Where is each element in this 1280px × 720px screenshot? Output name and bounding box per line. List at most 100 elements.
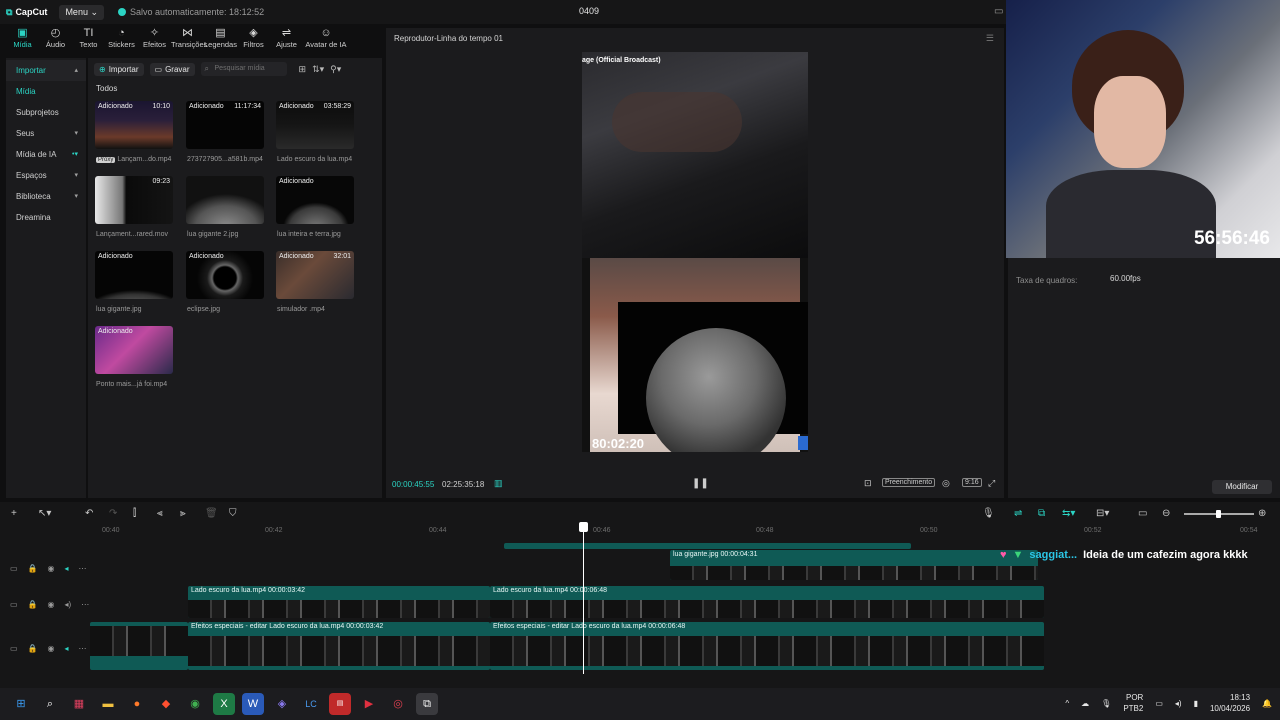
import-button[interactable]: ⊕ Importar <box>94 62 144 76</box>
tool-effects[interactable]: ✧ Efeitos <box>138 26 171 52</box>
obs-icon[interactable]: ◎ <box>387 693 409 715</box>
time-ruler[interactable]: 00:40 00:42 00:44 00:46 00:48 00:50 00:5… <box>90 524 1280 536</box>
nav-media[interactable]: Mídia <box>6 81 86 102</box>
nav-dreamina[interactable]: Dreamina <box>6 207 86 228</box>
media-tile[interactable]: Adicionado <box>95 251 173 299</box>
nav-ai-media[interactable]: Mídia de IA •▾ <box>6 144 86 165</box>
lc-app-icon[interactable]: LC <box>300 693 322 715</box>
screenshot-icon[interactable]: ◎ <box>942 478 950 489</box>
brave-icon[interactable]: ◆ <box>155 693 177 715</box>
track-icon[interactable]: ▭ <box>10 564 18 573</box>
tool-text[interactable]: TI Texto <box>72 26 105 52</box>
excel-icon[interactable]: X <box>213 693 235 715</box>
microphone-icon[interactable]: 🎙 <box>1101 699 1111 708</box>
play-app-icon[interactable]: ▶ <box>358 693 380 715</box>
tool-filters[interactable]: ◈ Filtros <box>237 26 270 52</box>
media-tile[interactable]: Adicionado 10:10 <box>95 101 173 149</box>
playhead[interactable] <box>583 524 584 674</box>
nav-library[interactable]: Biblioteca ▾ <box>6 186 86 207</box>
timeline-clip[interactable] <box>90 622 188 670</box>
language-indicator[interactable]: POR PTB2 <box>1123 692 1143 714</box>
media-tile[interactable]: Adicionado <box>186 251 264 299</box>
tool-adjust[interactable]: ⇌ Ajuste <box>270 26 303 52</box>
media-tile[interactable]: Adicionado 11:17:34 <box>186 101 264 149</box>
zoom-in-icon[interactable]: ⊕ <box>1258 508 1266 519</box>
more-icon[interactable]: ⋯ <box>79 564 87 573</box>
timeline-clip[interactable]: Efeitos especiais - editar Lado escuro d… <box>188 622 490 670</box>
layout-icon[interactable]: ▭ <box>994 6 1003 17</box>
lock-icon[interactable]: 🔒 <box>28 564 38 573</box>
firefox-icon[interactable]: ● <box>126 693 148 715</box>
crop-icon[interactable]: ⊡ <box>864 478 872 489</box>
audio-icon[interactable]: ◂ <box>65 564 69 573</box>
add-track-icon[interactable]: + <box>11 508 17 519</box>
magnet-icon[interactable]: ⧉ <box>1038 508 1045 519</box>
record-button[interactable]: ▭ Gravar <box>149 62 195 76</box>
marker-icon[interactable]: ⛉ <box>229 508 237 519</box>
media-search-input[interactable]: ⌕ Pesquisar mídia <box>200 62 287 76</box>
fill-button[interactable]: Preenchimento <box>882 478 936 487</box>
sort-icon[interactable]: ⇅▾ <box>312 64 324 75</box>
track-icon[interactable]: ▭ <box>10 644 18 653</box>
microphone-icon[interactable]: 🎙 <box>982 508 995 519</box>
pause-button[interactable]: ❚❚ <box>692 478 709 489</box>
app-icon[interactable]: ◈ <box>271 693 293 715</box>
media-app-icon[interactable]: ▦ <box>68 693 90 715</box>
grid-view-icon[interactable]: ⊞ <box>299 64 307 75</box>
more-icon[interactable]: ⋯ <box>81 600 89 609</box>
tool-audio[interactable]: ◴ Áudio <box>39 26 72 52</box>
media-tile[interactable] <box>186 176 264 224</box>
trim-right-icon[interactable]: ⫸ <box>180 508 186 519</box>
menu-button[interactable]: Menu ⌄ <box>59 4 104 20</box>
zoom-slider-handle[interactable] <box>1216 510 1221 518</box>
waveform-icon[interactable]: ▥ <box>494 478 503 489</box>
fullscreen-icon[interactable]: ⤢ <box>988 478 995 489</box>
word-icon[interactable]: W <box>242 693 264 715</box>
filter-icon[interactable]: ⚲▾ <box>330 64 341 75</box>
track-icon[interactable]: ▭ <box>10 600 18 609</box>
audio-icon[interactable]: ◂ <box>65 644 69 653</box>
capcut-icon[interactable]: ⧉ <box>416 693 438 715</box>
zoom-out-icon[interactable]: ⊖ <box>1162 508 1170 519</box>
tool-stickers[interactable]: ◔ Stickers <box>105 26 138 52</box>
nav-subprojects[interactable]: Subprojetos <box>6 102 86 123</box>
timeline-clip[interactable]: lua gigante.jpg 00:00:04:31 <box>670 550 1038 580</box>
tool-avatar[interactable]: ☺ Avatar de IA <box>303 26 349 52</box>
select-tool-icon[interactable]: ↖▾ <box>38 508 51 519</box>
search-icon[interactable]: ⌕ <box>39 693 61 715</box>
timeline-clip[interactable]: Efeitos especiais - editar Lado escuro d… <box>490 622 1044 670</box>
lock-icon[interactable]: 🔒 <box>28 644 38 653</box>
timeline-clip[interactable]: Lado escuro da lua.mp4 00:00:03:42 <box>188 586 490 618</box>
preview-axis-icon[interactable]: ⊟▾ <box>1096 508 1109 519</box>
voice-app-icon[interactable]: ▤ <box>329 693 351 715</box>
display-icon[interactable]: ▭ <box>1155 699 1163 708</box>
redo-icon[interactable]: ↷ <box>109 508 117 519</box>
trim-left-icon[interactable]: ⫷ <box>157 508 163 519</box>
undo-icon[interactable]: ↶ <box>85 508 93 519</box>
nav-import[interactable]: Importar ▴ <box>6 60 86 81</box>
split-icon[interactable]: ⫿ <box>133 508 136 519</box>
menu-icon[interactable]: ☰ <box>986 33 994 44</box>
battery-icon[interactable]: ▮ <box>1194 699 1198 708</box>
tool-transitions[interactable]: ⋈ Transições <box>171 26 207 52</box>
windows-start-icon[interactable]: ⊞ <box>10 693 32 715</box>
volume-icon[interactable]: ◂) <box>1175 699 1182 708</box>
tool-media[interactable]: ▣ Mídia <box>6 26 39 52</box>
folder-icon[interactable]: ▬ <box>97 693 119 715</box>
chevron-up-icon[interactable]: ^ <box>1065 699 1069 708</box>
media-tile[interactable]: Adicionado 32:01 <box>276 251 354 299</box>
link-icon[interactable]: ⇌ <box>1014 508 1022 519</box>
eye-icon[interactable]: ◉ <box>48 644 55 653</box>
network-icon[interactable]: ☁ <box>1081 699 1089 708</box>
media-tile[interactable]: 09:23 <box>95 176 173 224</box>
video-preview[interactable]: age (Official Broadcast) 80:02:20 <box>582 52 808 452</box>
nav-spaces[interactable]: Espaços ▾ <box>6 165 86 186</box>
media-tile[interactable]: Adicionado <box>95 326 173 374</box>
modify-button[interactable]: Modificar <box>1212 480 1272 494</box>
more-icon[interactable]: ⋯ <box>79 644 87 653</box>
delete-icon[interactable]: 🗑 <box>205 508 218 519</box>
ratio-button[interactable]: 9:16 <box>962 478 982 487</box>
snap-icon[interactable]: ⇆▾ <box>1062 508 1075 519</box>
project-name[interactable]: 0409 <box>579 6 599 16</box>
clock[interactable]: 18:13 10/04/2026 <box>1210 692 1250 714</box>
